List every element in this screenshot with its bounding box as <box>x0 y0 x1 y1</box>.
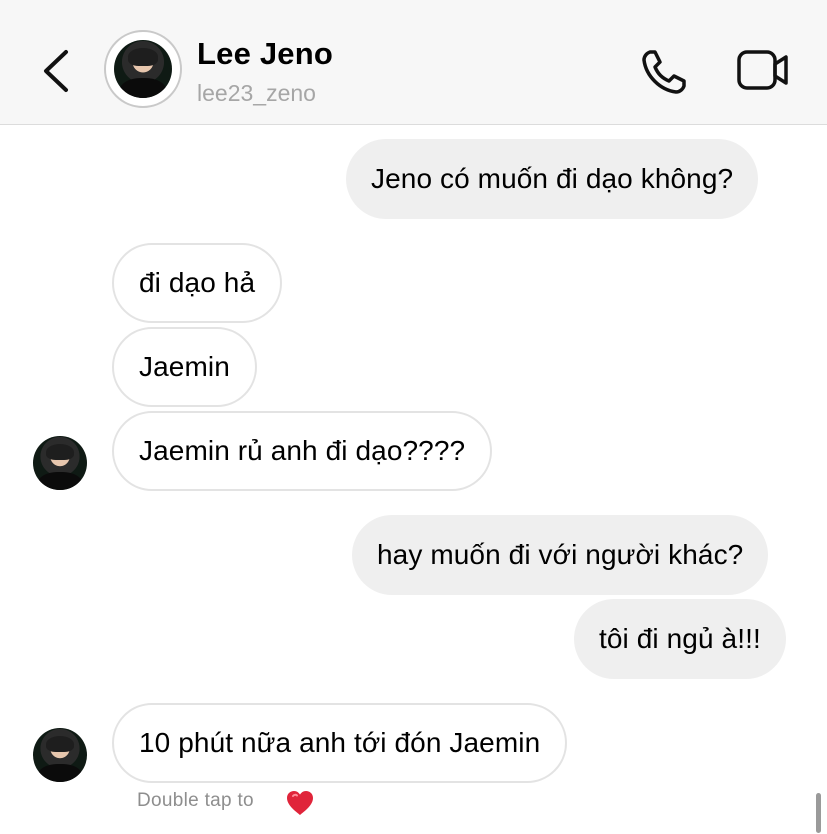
double-tap-hint: Double tap to <box>137 790 254 811</box>
profile-avatar[interactable] <box>104 30 182 108</box>
chevron-left-icon[interactable] <box>38 48 74 94</box>
message-incoming[interactable]: đi dạo hả <box>112 243 283 323</box>
phone-icon[interactable] <box>640 46 690 96</box>
heart-icon[interactable] <box>285 789 315 817</box>
message-incoming[interactable]: Jaemin <box>112 327 257 407</box>
sender-avatar[interactable] <box>33 436 87 490</box>
avatar <box>114 40 172 98</box>
sender-avatar[interactable] <box>33 728 87 782</box>
contact-name[interactable]: Lee Jeno <box>197 36 333 72</box>
message-outgoing[interactable]: hay muốn đi với người khác? <box>352 515 769 595</box>
video-camera-icon[interactable] <box>736 48 790 92</box>
message-incoming[interactable]: Jaemin rủ anh đi dạo???? <box>112 411 493 491</box>
contact-username[interactable]: lee23_zeno <box>197 80 316 107</box>
message-outgoing[interactable]: tôi đi ngủ à!!! <box>574 599 786 679</box>
message-outgoing[interactable]: Jeno có muốn đi dạo không? <box>346 139 759 219</box>
message-incoming[interactable]: 10 phút nữa anh tới đón Jaemin <box>112 703 568 783</box>
chat-header: Lee Jeno lee23_zeno <box>0 0 827 125</box>
scrollbar[interactable] <box>816 793 821 833</box>
